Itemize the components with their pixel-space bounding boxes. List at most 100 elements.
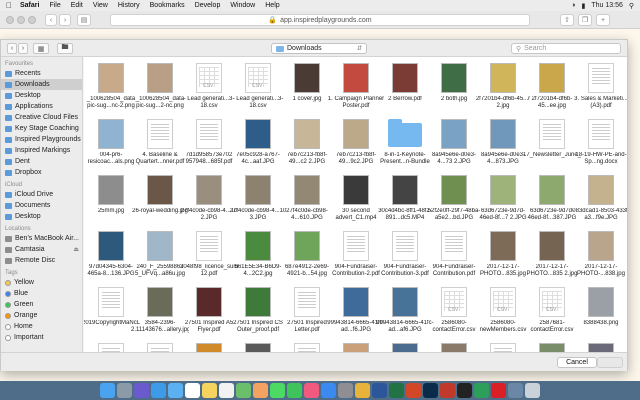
zoom-window-button[interactable] [28, 16, 36, 24]
launchpad-icon[interactable] [117, 383, 132, 398]
mail-icon[interactable] [168, 383, 183, 398]
apple-menu-icon[interactable]:  [6, 1, 12, 10]
menu-history[interactable]: History [118, 2, 140, 9]
folder-icon [5, 125, 12, 132]
folder-icon [5, 114, 12, 121]
siri-icon[interactable] [134, 383, 149, 398]
file-item[interactable]: 8388438.png [572, 285, 627, 345]
calendar-icon[interactable] [185, 383, 200, 398]
sidebar-item-downloads[interactable]: Downloads [1, 79, 82, 90]
new-folder-button[interactable]: 🖿 [57, 43, 73, 54]
settings-icon[interactable] [338, 383, 353, 398]
disc-icon [5, 257, 12, 264]
preview-icon[interactable] [508, 383, 523, 398]
music-icon[interactable] [304, 383, 319, 398]
wifi-icon[interactable]: ◑ [571, 2, 575, 9]
sidebar-item-desktop[interactable]: Desktop [1, 211, 82, 222]
sidebar-item-inspired-markings[interactable]: Inspired Markings [1, 145, 82, 156]
sidebar-item-orange[interactable]: Orange [1, 310, 82, 321]
file-item[interactable]: 3. Sales & Marketi...(A3).pdf [572, 61, 627, 121]
tabs-icon: ❐ [581, 17, 589, 24]
back-button[interactable]: ‹ [45, 14, 57, 26]
messages-icon[interactable] [270, 383, 285, 398]
facetime-icon[interactable] [287, 383, 302, 398]
tabs-button[interactable]: ❐ [578, 14, 592, 26]
desktop-icon [5, 92, 12, 99]
sidebar-item-important[interactable]: Important [1, 332, 82, 343]
menu-file[interactable]: File [49, 2, 60, 9]
image-thumbnail-icon [539, 175, 565, 205]
sidebar-item-recents[interactable]: Recents [1, 68, 82, 79]
sidebar-item-dent[interactable]: Dent [1, 156, 82, 167]
menu-view[interactable]: View [93, 2, 108, 9]
camtasia-icon[interactable] [474, 383, 489, 398]
image-thumbnail-icon [196, 287, 222, 317]
file-item[interactable]: 18-19-HW-PE-and-Sp...ng.docx [572, 117, 627, 177]
terminal-icon[interactable] [457, 383, 472, 398]
word-icon[interactable] [372, 383, 387, 398]
sidebar-item-creative-cloud-files[interactable]: Creative Cloud Files [1, 112, 82, 123]
menu-edit[interactable]: Edit [71, 2, 83, 9]
search-input[interactable]: ⚲ Search [511, 43, 621, 54]
sidebar-item-dropbox[interactable]: Dropbox [1, 167, 82, 178]
forward-nav-button[interactable]: › [18, 43, 28, 54]
menu-items: Safari File Edit View History Bookmarks Develo… [20, 2, 290, 9]
address-bar[interactable]: 🔒 app.inspiredplaygrounds.com [110, 14, 530, 26]
notes-icon[interactable] [202, 383, 217, 398]
sidebar-item-green[interactable]: Green [1, 299, 82, 310]
search-icon[interactable]: ⚲ [629, 2, 634, 10]
image-thumbnail-icon [294, 175, 320, 205]
image-thumbnail-icon [147, 287, 173, 317]
cancel-button[interactable]: Cancel [557, 357, 597, 368]
sidebar-item-inspired-playgrounds[interactable]: Inspired Playgrounds [1, 134, 82, 145]
image-thumbnail-icon [343, 287, 369, 317]
file-item[interactable]: 083dcad1-8503-433f-a3...f9e.JPG [572, 173, 627, 233]
sidebar-item-desktop[interactable]: Desktop [1, 90, 82, 101]
safari-icon[interactable] [151, 383, 166, 398]
sidebar-toggle-button[interactable]: ▤ [77, 14, 91, 26]
file-item[interactable]: 2017-12-17-PHOTO-...838.jpg [572, 229, 627, 289]
trash-icon[interactable] [525, 383, 540, 398]
powerpoint-icon[interactable] [406, 383, 421, 398]
back-nav-button[interactable]: ‹ [7, 43, 17, 54]
menu-develop[interactable]: Develop [195, 2, 221, 9]
sidebar-item-blue[interactable]: Blue [1, 288, 82, 299]
forward-button[interactable]: › [59, 14, 71, 26]
sidebar-item-remote-disc[interactable]: Remote Disc [1, 255, 82, 266]
maps-icon[interactable] [236, 383, 251, 398]
sidebar-item-documents[interactable]: Documents [1, 200, 82, 211]
menu-safari[interactable]: Safari [20, 2, 39, 9]
close-window-button[interactable] [6, 16, 14, 24]
finder-icon[interactable] [100, 383, 115, 398]
new-tab-button[interactable]: + [596, 14, 610, 26]
sidebar-item-icloud-drive[interactable]: iCloud Drive [1, 189, 82, 200]
sidebar-item-ben-s-macbook-air[interactable]: Ben's MacBook Air... [1, 233, 82, 244]
sidebar-item-camtasia[interactable]: Camtasia ⏏ [1, 244, 82, 255]
view-mode-button[interactable]: ▦ [33, 43, 49, 54]
sidebar-item-key-stage-coaching[interactable]: Key Stage Coaching [1, 123, 82, 134]
sidebar-item-applications[interactable]: Applications [1, 101, 82, 112]
location-select[interactable]: Downloads ⇵ [271, 43, 367, 54]
menu-window[interactable]: Window [230, 2, 255, 9]
chrome-icon[interactable] [355, 383, 370, 398]
menu-help[interactable]: Help [265, 2, 279, 9]
acrobat-icon[interactable] [440, 383, 455, 398]
sidebar-item-home[interactable]: Home [1, 321, 82, 332]
clock[interactable]: Thu 13:56 [591, 2, 623, 9]
sidebar-item-yellow[interactable]: Yellow [1, 277, 82, 288]
menu-bookmarks[interactable]: Bookmarks [150, 2, 185, 9]
search-placeholder: Search [524, 45, 547, 52]
share-button[interactable]: ⇧ [560, 14, 574, 26]
creative-cloud-icon[interactable] [491, 383, 506, 398]
photoshop-icon[interactable] [423, 383, 438, 398]
eject-icon[interactable]: ⏏ [73, 246, 79, 253]
photos-icon[interactable] [253, 383, 268, 398]
excel-icon[interactable] [389, 383, 404, 398]
minimize-window-button[interactable] [17, 16, 25, 24]
location-label: Downloads [287, 45, 322, 52]
choose-button[interactable] [597, 357, 623, 368]
reminders-icon[interactable] [219, 383, 234, 398]
file-item[interactable] [572, 341, 627, 352]
battery-icon[interactable]: ▮ [581, 2, 585, 10]
appstore-icon[interactable] [321, 383, 336, 398]
